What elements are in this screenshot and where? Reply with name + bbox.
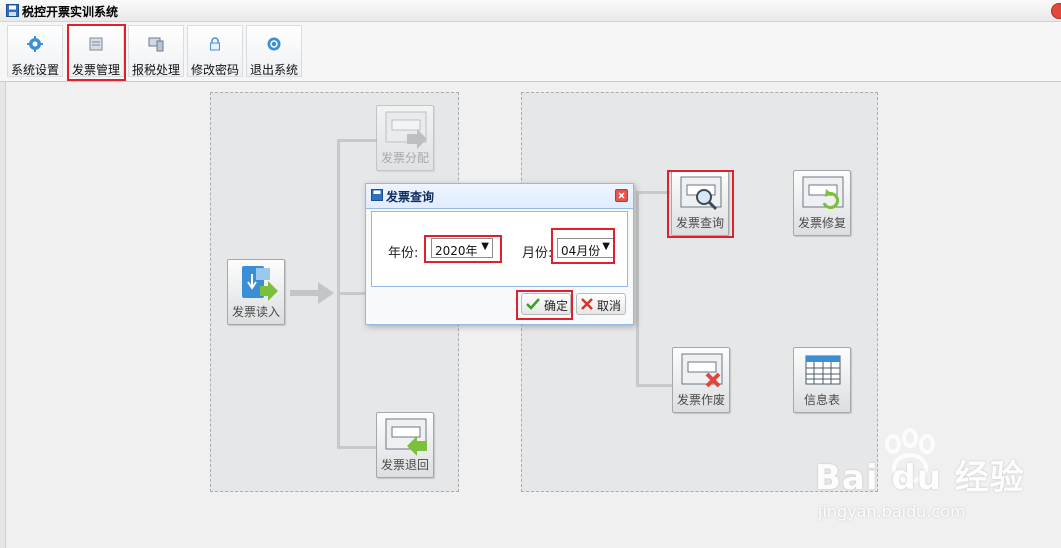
month-select[interactable]: 04月份 ▼	[557, 238, 614, 258]
confirm-label: 确定	[544, 299, 569, 313]
left-edge-strip	[0, 82, 6, 548]
app-icon	[6, 4, 19, 17]
tile-label: 信息表	[803, 393, 840, 407]
invoice-query-dialog: 发票查询 年份: 2020年 ▼ 月份: 04月份 ▼ 确定 取消	[365, 183, 634, 325]
invoice-manage-icon	[89, 37, 103, 51]
toolbar-system-settings-button[interactable]: 系统设置	[7, 25, 63, 77]
invoice-void-icon	[681, 353, 723, 388]
save-icon	[371, 189, 383, 201]
chevron-down-icon: ▼	[481, 241, 489, 252]
tile-label: 发票读入	[231, 305, 280, 319]
toolbar-tax-filing-button[interactable]: 报税处理	[128, 25, 184, 77]
connector-to-return	[337, 446, 377, 449]
invoice-repair-icon	[802, 176, 844, 210]
power-icon	[267, 37, 281, 51]
toolbar-change-password-button[interactable]: 修改密码	[187, 25, 243, 77]
tile-label: 发票作废	[676, 393, 725, 407]
cancel-label: 取消	[597, 299, 622, 313]
info-table-tile[interactable]: 信息表	[793, 347, 851, 413]
invoice-void-tile[interactable]: 发票作废	[672, 347, 730, 413]
year-value: 2020年	[435, 244, 478, 258]
tile-label: 发票退回	[380, 458, 429, 472]
month-value: 04月份	[561, 244, 601, 258]
chevron-down-icon: ▼	[602, 241, 610, 252]
flow-arrow-icon	[290, 282, 334, 304]
table-icon	[805, 355, 841, 385]
usb-import-icon	[242, 266, 278, 301]
lock-icon	[210, 37, 220, 51]
check-icon	[526, 298, 540, 310]
tile-label: 发票修复	[797, 216, 846, 230]
dialog-title: 发票查询	[386, 190, 435, 204]
toolbar-label: 系统设置	[10, 63, 59, 77]
year-label: 年份:	[388, 246, 419, 261]
invoice-search-icon	[680, 176, 722, 211]
connector-to-distribute	[337, 139, 377, 142]
toolbar-invoice-manage-button[interactable]: 发票管理	[68, 25, 124, 77]
main-toolbar: 系统设置 发票管理 报税处理 修改密码 退出系统	[0, 22, 1061, 82]
invoice-distribute-icon	[385, 111, 427, 149]
year-select[interactable]: 2020年 ▼	[431, 238, 493, 258]
dialog-body: 年份: 2020年 ▼ 月份: 04月份 ▼	[371, 211, 628, 287]
toolbar-label: 修改密码	[190, 63, 239, 77]
connector-middle	[337, 292, 367, 295]
invoice-read-tile[interactable]: 发票读入	[227, 259, 285, 325]
window-titlebar: 税控开票实训系统	[0, 0, 1061, 22]
toolbar-label: 退出系统	[249, 63, 298, 77]
dialog-header: 发票查询	[366, 184, 633, 209]
invoice-distribute-tile[interactable]: 发票分配	[376, 105, 434, 171]
window-close-button[interactable]	[1051, 3, 1061, 19]
invoice-return-icon	[385, 418, 427, 456]
tile-label: 发票查询	[675, 216, 724, 230]
invoice-repair-tile[interactable]: 发票修复	[793, 170, 851, 236]
connector-to-query	[636, 191, 670, 194]
toolbar-label: 报税处理	[131, 63, 180, 77]
computer-icon	[148, 37, 164, 52]
dialog-close-button[interactable]	[615, 189, 628, 202]
gear-icon	[27, 36, 43, 52]
window-title: 税控开票实训系统	[22, 5, 119, 19]
invoice-query-tile[interactable]: 发票查询	[671, 170, 729, 236]
close-icon	[618, 192, 625, 199]
cancel-x-icon	[581, 298, 593, 310]
connector-to-void	[636, 384, 672, 387]
watermark-brand: Bai du 经验	[815, 458, 1025, 498]
right-connector-vertical	[636, 191, 639, 387]
cancel-button[interactable]: 取消	[576, 293, 626, 315]
toolbar-label: 发票管理	[71, 63, 120, 77]
tile-label: 发票分配	[380, 151, 429, 165]
watermark-domain: jingyan.baidu.com	[818, 502, 966, 521]
dialog-footer: 确定 取消	[366, 289, 633, 325]
confirm-button[interactable]: 确定	[521, 293, 571, 315]
invoice-return-tile[interactable]: 发票退回	[376, 412, 434, 478]
toolbar-exit-button[interactable]: 退出系统	[246, 25, 302, 77]
month-label: 月份:	[522, 246, 553, 261]
